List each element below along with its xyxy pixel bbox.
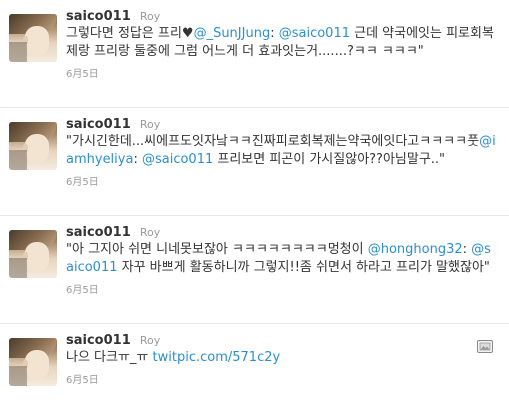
avatar[interactable]: [9, 338, 57, 386]
avatar-face: [25, 350, 49, 380]
mention-link[interactable]: @saico011: [142, 152, 213, 167]
mention-link[interactable]: @saico011: [279, 26, 350, 41]
tweet-content: saico011 Roy "가시긴한데...씨에프도잇자낰ㅋㅋ진짜피로회복제는약…: [66, 114, 496, 188]
text-segment: 나으 다크ㅠ_ㅠ: [66, 350, 153, 365]
avatar[interactable]: [9, 230, 57, 278]
timestamp[interactable]: 6月5日: [66, 371, 496, 386]
avatar-shade: [9, 366, 27, 386]
tweet-content: saico011 Roy 그렇다면 정답은 프리♥@_SunJJung: @sa…: [66, 6, 496, 80]
text-segment: 그렇다면 정답은 프리♥: [66, 26, 194, 41]
screen-name[interactable]: saico011: [66, 225, 131, 240]
tweet-text: "아 그지아 쉬면 니네못보잖아 ㅋㅋㅋㅋㅋㅋㅋㅋ멍청이 @honghong32…: [66, 241, 496, 277]
tweet-text: 그렇다면 정답은 프리♥@_SunJJung: @saico011 근데 약국에…: [66, 25, 496, 61]
tweet-text: 나으 다크ㅠ_ㅠ twitpic.com/571c2y: [66, 349, 496, 367]
twitpic-link[interactable]: twitpic.com/571c2y: [153, 350, 281, 365]
tweet-meta: saico011 Roy: [66, 330, 496, 348]
text-segment: 자꾸 바쁘게 활동하니까 그렇지!!좀 쉬면서 하라고 프리가 말했잖아": [117, 260, 490, 275]
tweet-content: saico011 Roy 나으 다크ㅠ_ㅠ twitpic.com/571c2y…: [66, 330, 496, 386]
tweet-timeline: saico011 Roy 그렇다면 정답은 프리♥@_SunJJung: @sa…: [0, 0, 509, 400]
tweet: saico011 Roy "아 그지아 쉬면 니네못보잖아 ㅋㅋㅋㅋㅋㅋㅋㅋ멍청…: [0, 216, 509, 324]
screen-name[interactable]: saico011: [66, 333, 131, 348]
timestamp[interactable]: 6月5日: [66, 65, 496, 80]
tweet-meta: saico011 Roy: [66, 114, 496, 132]
timestamp[interactable]: 6月5日: [66, 281, 496, 296]
full-name: Roy: [139, 118, 161, 131]
text-segment: :: [462, 242, 472, 257]
avatar-face: [25, 242, 49, 272]
text-segment: "가시긴한데...씨에프도잇자낰ㅋㅋ진짜피로회복제는약국에잇다고ㅋㅋㅋㅋ풋: [66, 134, 480, 149]
image-icon[interactable]: [477, 340, 493, 353]
full-name: Roy: [139, 334, 161, 347]
avatar-shade: [9, 258, 27, 278]
tweet-meta: saico011 Roy: [66, 6, 496, 24]
avatar-face: [25, 134, 49, 164]
mention-link[interactable]: @honghong32: [368, 242, 463, 257]
screen-name[interactable]: saico011: [66, 117, 131, 132]
avatar[interactable]: [9, 122, 57, 170]
tweet-text: "가시긴한데...씨에프도잇자낰ㅋㅋ진짜피로회복제는약국에잇다고ㅋㅋㅋㅋ풋@ia…: [66, 133, 496, 169]
tweet: saico011 Roy "가시긴한데...씨에프도잇자낰ㅋㅋ진짜피로회복제는약…: [0, 108, 509, 216]
tweet: saico011 Roy 나으 다크ㅠ_ㅠ twitpic.com/571c2y…: [0, 324, 509, 400]
avatar[interactable]: [9, 14, 57, 62]
mention-link[interactable]: @_SunJJung: [194, 26, 271, 41]
tweet: saico011 Roy 그렇다면 정답은 프리♥@_SunJJung: @sa…: [0, 0, 509, 108]
timestamp[interactable]: 6月5日: [66, 173, 496, 188]
text-segment: 프리보면 피곤이 가시질않아??아님말구..": [213, 152, 446, 167]
tweet-content: saico011 Roy "아 그지아 쉬면 니네못보잖아 ㅋㅋㅋㅋㅋㅋㅋㅋ멍청…: [66, 222, 496, 296]
full-name: Roy: [139, 226, 161, 239]
text-segment: "아 그지아 쉬면 니네못보잖아 ㅋㅋㅋㅋㅋㅋㅋㅋ멍청이: [66, 242, 368, 257]
screen-name[interactable]: saico011: [66, 9, 131, 24]
avatar-face: [25, 26, 49, 56]
tweet-meta: saico011 Roy: [66, 222, 496, 240]
text-segment: :: [133, 152, 142, 167]
full-name: Roy: [139, 10, 161, 23]
avatar-shade: [9, 150, 27, 170]
avatar-shade: [9, 42, 27, 62]
text-segment: :: [270, 26, 279, 41]
